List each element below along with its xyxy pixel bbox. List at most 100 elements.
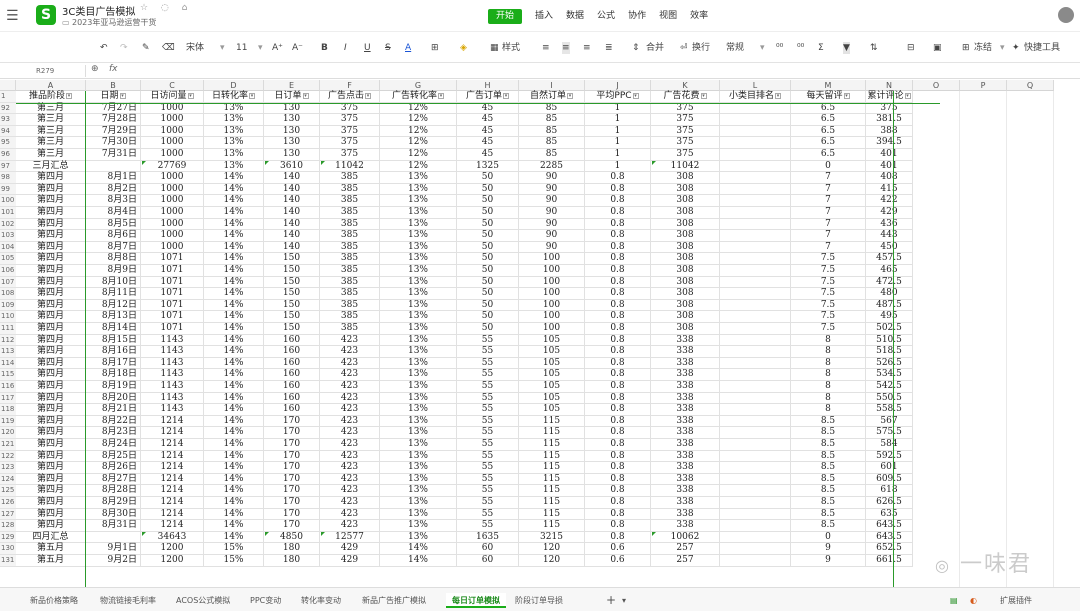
- undo-icon[interactable]: ↶: [100, 42, 108, 54]
- table-cell[interactable]: 1000: [141, 195, 204, 207]
- table-cell[interactable]: 45: [457, 137, 519, 149]
- filter-dropdown-icon[interactable]: ▾: [700, 92, 707, 99]
- table-cell[interactable]: 55: [457, 392, 519, 405]
- table-cell[interactable]: [720, 427, 791, 439]
- table-cell[interactable]: 50: [457, 172, 519, 184]
- table-cell[interactable]: 6.5: [791, 102, 866, 115]
- row-number[interactable]: 126: [0, 497, 16, 509]
- table-cell[interactable]: 130: [264, 149, 320, 161]
- table-cell[interactable]: 0.8: [585, 473, 651, 486]
- table-cell[interactable]: 1: [585, 137, 651, 149]
- table-cell[interactable]: 50: [457, 299, 519, 312]
- row-number[interactable]: 104: [0, 241, 16, 254]
- table-cell[interactable]: 第四月: [16, 508, 86, 521]
- table-cell[interactable]: [720, 241, 791, 254]
- row-number[interactable]: 100: [0, 195, 16, 207]
- table-cell[interactable]: 0: [791, 160, 866, 173]
- row-number[interactable]: 97: [0, 160, 16, 173]
- table-cell[interactable]: 308: [651, 230, 720, 242]
- table-cell[interactable]: 7月31日: [86, 149, 141, 161]
- table-cell[interactable]: 14%: [204, 195, 264, 207]
- table-cell[interactable]: 55: [457, 427, 519, 439]
- table-cell[interactable]: 8月15日: [86, 334, 141, 347]
- table-cell[interactable]: 8: [791, 369, 866, 381]
- table-cell[interactable]: 7月28日: [86, 114, 141, 126]
- table-cell[interactable]: 308: [651, 276, 720, 289]
- table-cell[interactable]: 375: [651, 149, 720, 161]
- table-cell[interactable]: 第四月: [16, 334, 86, 347]
- table-cell[interactable]: 338: [651, 439, 720, 451]
- sheet-tab[interactable]: ACOS公式模拟: [176, 593, 230, 608]
- table-cell[interactable]: 542.5: [866, 381, 913, 393]
- filter-dropdown-icon[interactable]: ▾: [775, 92, 781, 99]
- table-cell[interactable]: 415: [866, 183, 913, 196]
- table-cell[interactable]: 0.8: [585, 183, 651, 196]
- column-header-E[interactable]: E: [264, 80, 320, 91]
- table-cell[interactable]: 第四月: [16, 323, 86, 335]
- table-cell[interactable]: 115: [519, 508, 585, 521]
- table-cell[interactable]: 85: [519, 114, 585, 126]
- fx-icon[interactable]: fx: [109, 64, 118, 74]
- tab-6[interactable]: 效率: [690, 9, 708, 24]
- table-cell[interactable]: 第四月: [16, 462, 86, 474]
- table-cell[interactable]: 第五月: [16, 543, 86, 555]
- table-cell[interactable]: 601: [866, 462, 913, 474]
- table-cell[interactable]: 375: [651, 125, 720, 138]
- table-cell[interactable]: 170: [264, 427, 320, 439]
- table-cell[interactable]: 8月10日: [86, 276, 141, 289]
- table-cell[interactable]: 45: [457, 102, 519, 115]
- avatar[interactable]: [1058, 7, 1074, 23]
- table-cell[interactable]: 8月5日: [86, 218, 141, 231]
- table-cell[interactable]: 140: [264, 218, 320, 231]
- header-cell[interactable]: 累计评论 ▾: [866, 91, 913, 103]
- table-cell[interactable]: 584: [866, 439, 913, 451]
- table-cell[interactable]: 375: [320, 114, 380, 126]
- table-cell[interactable]: 13%: [380, 230, 457, 242]
- table-cell[interactable]: 12%: [380, 102, 457, 115]
- table-cell[interactable]: 第四月: [16, 207, 86, 219]
- row-number[interactable]: 95: [0, 137, 16, 149]
- tab-4[interactable]: 协作: [628, 9, 646, 24]
- table-cell[interactable]: 308: [651, 323, 720, 335]
- table-cell[interactable]: 1325: [457, 160, 519, 173]
- table-cell[interactable]: 13%: [204, 102, 264, 115]
- freeze-icon[interactable]: ⊞: [962, 42, 970, 54]
- table-cell[interactable]: 15%: [204, 555, 264, 567]
- sheet-tab[interactable]: PPC变动: [250, 593, 281, 608]
- table-cell[interactable]: 105: [519, 381, 585, 393]
- table-cell[interactable]: 257: [651, 555, 720, 567]
- row-number[interactable]: 115: [0, 369, 16, 381]
- row-number[interactable]: 121: [0, 439, 16, 451]
- table-cell[interactable]: 13%: [380, 311, 457, 323]
- table-cell[interactable]: 338: [651, 450, 720, 463]
- table-cell[interactable]: 0.8: [585, 311, 651, 323]
- table-cell[interactable]: 423: [320, 450, 380, 463]
- column-header-H[interactable]: H: [457, 80, 519, 91]
- table-cell[interactable]: 0.8: [585, 462, 651, 474]
- table-cell[interactable]: [720, 160, 791, 173]
- table-cell[interactable]: 1000: [141, 137, 204, 149]
- row-number[interactable]: 106: [0, 265, 16, 277]
- table-cell[interactable]: 14%: [204, 299, 264, 312]
- table-cell[interactable]: 0.8: [585, 357, 651, 370]
- table-cell[interactable]: 0.8: [585, 485, 651, 497]
- sheet-tab[interactable]: 新品价格策略: [30, 593, 78, 608]
- table-cell[interactable]: [720, 357, 791, 370]
- table-cell[interactable]: 140: [264, 207, 320, 219]
- table-cell[interactable]: 1: [585, 125, 651, 138]
- table-cell[interactable]: [720, 172, 791, 184]
- table-cell[interactable]: 105: [519, 369, 585, 381]
- table-cell[interactable]: 0.8: [585, 207, 651, 219]
- sort-icon[interactable]: ⇅: [870, 42, 878, 54]
- table-cell[interactable]: 120: [519, 555, 585, 567]
- table-cell[interactable]: 1: [585, 160, 651, 173]
- table-cell[interactable]: 338: [651, 427, 720, 439]
- table-cell[interactable]: 0.8: [585, 276, 651, 289]
- font-name-select[interactable]: 宋体: [186, 42, 204, 54]
- table-cell[interactable]: 423: [320, 334, 380, 347]
- column-header-G[interactable]: G: [380, 80, 457, 91]
- table-cell[interactable]: 第四月: [16, 241, 86, 254]
- filter-dropdown-icon[interactable]: ▾: [302, 92, 309, 99]
- table-cell[interactable]: 100: [519, 311, 585, 323]
- filter-dropdown-icon[interactable]: ▾: [503, 92, 509, 99]
